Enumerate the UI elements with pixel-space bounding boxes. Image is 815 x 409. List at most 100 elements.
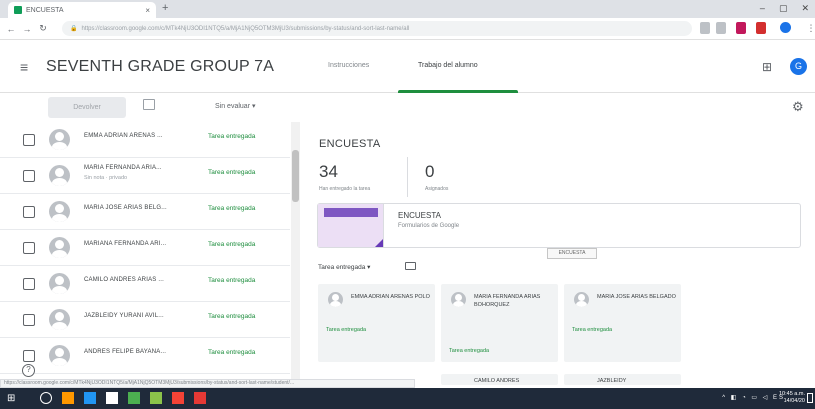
app-icon[interactable] <box>172 392 184 404</box>
app-icon[interactable] <box>194 392 206 404</box>
select-checkbox[interactable] <box>23 170 35 182</box>
clock-time: 10:45 a.m. <box>779 391 805 397</box>
list-scrollbar-thumb[interactable] <box>292 150 299 202</box>
student-row[interactable]: MARIA JOSE ARIAS BELG... Tarea entregada <box>0 194 290 230</box>
assignment-detail-pane: ENCUESTA 34 Han entregado la tarea 0 Asi… <box>301 122 815 385</box>
extension-icon[interactable] <box>736 22 746 34</box>
student-avatar <box>49 165 70 186</box>
submission-card[interactable]: CAMILO ANDRES <box>441 374 558 385</box>
card-status: Tarea entregada <box>326 327 367 333</box>
app-icon[interactable] <box>150 392 162 404</box>
clock[interactable]: 10:45 a.m. 14/04/20 <box>779 391 805 405</box>
student-row[interactable]: CAMILO ANDRES ARIAS ... Tarea entregada <box>0 266 290 302</box>
student-row[interactable]: MARIANA FERNANDA ARI... Tarea entregada <box>0 230 290 266</box>
turned-in-label: Han entregado la tarea <box>319 186 371 192</box>
student-row[interactable]: ANDRES FELIPE BAYANA... Tarea entregada <box>0 338 290 374</box>
submission-card[interactable]: MARIA FERNANDA ARIAS BOHORQUEZ Tarea ent… <box>441 284 558 362</box>
student-name: EMMA ADRIAN ARENAS ... <box>84 133 163 139</box>
address-bar[interactable]: 🔒 https://classroom.google.com/c/MTk4NjU… <box>62 21 692 36</box>
attachment-title: ENCUESTA <box>398 211 441 220</box>
student-grade-note: Sin nota · privado <box>84 175 128 181</box>
form-attachment[interactable]: ENCUESTA Formularios de Google <box>317 203 801 248</box>
close-window-button[interactable]: ✕ <box>801 3 809 14</box>
extension-icon[interactable] <box>716 22 726 34</box>
attachment-type: Formularios de Google <box>398 223 460 229</box>
student-avatar <box>49 201 70 222</box>
lock-icon: 🔒 <box>70 26 78 32</box>
student-name: MARIA FERNANDA ARIA... <box>84 165 162 171</box>
submission-card[interactable]: JAZBLEIDY <box>564 374 681 385</box>
browser-menu-icon[interactable]: ⋮ <box>806 23 815 34</box>
student-row[interactable]: EMMA ADRIAN ARENAS ... Tarea entregada <box>0 122 290 158</box>
class-title[interactable]: SEVENTH GRADE GROUP 7A <box>46 58 274 76</box>
settings-gear-icon[interactable]: ⚙ <box>792 99 804 115</box>
select-checkbox[interactable] <box>23 242 35 254</box>
select-checkbox[interactable] <box>23 278 35 290</box>
status-text: Tarea entregada <box>208 169 256 176</box>
tab-instructions[interactable]: Instrucciones <box>328 62 369 69</box>
windows-taskbar: ⊞ ^ ◧ ◔ ▭ ◁ ES 10:45 a.m. 14/04/20 <box>0 388 815 409</box>
select-checkbox[interactable] <box>23 206 35 218</box>
card-student-name: JAZBLEIDY <box>597 378 627 384</box>
reload-icon[interactable]: ↻ <box>38 23 48 34</box>
select-checkbox[interactable] <box>23 134 35 146</box>
student-list: EMMA ADRIAN ARENAS ... Tarea entregada M… <box>0 122 290 385</box>
app-icon[interactable] <box>106 392 118 404</box>
app-icon[interactable] <box>128 392 140 404</box>
status-filter-dropdown[interactable]: Tarea entregada ▾ <box>318 263 370 271</box>
student-name: MARIA JOSE ARIAS BELG... <box>84 205 167 211</box>
browser-tab[interactable]: ENCUESTA × <box>8 2 156 18</box>
assignment-title: ENCUESTA <box>319 138 381 150</box>
turned-in-count: 34 <box>319 162 338 181</box>
stat-divider <box>407 157 408 197</box>
system-tray[interactable]: ^ ◧ ◔ ▭ ◁ ES <box>722 394 785 401</box>
student-avatar <box>49 309 70 330</box>
student-row[interactable]: MARIA FERNANDA ARIA... Sin nota · privad… <box>0 158 290 194</box>
google-apps-icon[interactable]: ⊞ <box>762 60 772 74</box>
browser-tab-title: ENCUESTA <box>26 6 64 14</box>
close-tab-icon[interactable]: × <box>145 6 150 15</box>
student-name: CAMILO ANDRES ARIAS ... <box>84 277 164 283</box>
student-name: JAZBLEIDY YURANI AVIL... <box>84 313 164 319</box>
return-button[interactable]: Devolver <box>48 97 126 118</box>
address-text: https://classroom.google.com/c/MTk4NjU3O… <box>81 25 410 32</box>
help-icon[interactable]: ? <box>22 364 35 377</box>
browser-tab-strip: ENCUESTA × + – ▢ ✕ <box>0 0 815 18</box>
submission-card[interactable]: EMMA ADRIAN ARENAS POLO Tarea entregada <box>318 284 435 362</box>
app-icon[interactable] <box>84 392 96 404</box>
card-status: Tarea entregada <box>449 348 490 354</box>
points-select[interactable]: Sin evaluar ▾ <box>215 102 255 110</box>
student-avatar <box>49 129 70 150</box>
folder-icon[interactable] <box>405 262 416 270</box>
assigned-count: 0 <box>425 162 435 181</box>
notifications-icon[interactable] <box>807 393 813 403</box>
forward-icon[interactable]: → <box>22 24 32 34</box>
student-avatar <box>328 292 343 307</box>
grading-toolbar: Devolver Sin evaluar ▾ ⚙ <box>0 93 815 121</box>
status-text: Tarea entregada <box>208 241 256 248</box>
card-student-name: MARIA FERNANDA ARIAS BOHORQUEZ <box>474 294 541 308</box>
account-avatar[interactable]: G <box>790 58 807 75</box>
status-text: Tarea entregada <box>208 277 256 284</box>
maximize-button[interactable]: ▢ <box>779 3 788 14</box>
tab-student-work[interactable]: Trabajo del alumno <box>418 62 478 69</box>
select-checkbox[interactable] <box>23 314 35 326</box>
student-row[interactable]: JAZBLEIDY YURANI AVIL... Tarea entregada <box>0 302 290 338</box>
submission-card[interactable]: MARIA JOSE ARIAS BELGADO Tarea entregada <box>564 284 681 362</box>
windows-start-icon[interactable]: ⊞ <box>7 393 15 404</box>
student-name: MARIANA FERNANDA ARI... <box>84 241 167 247</box>
browser-toolbar: ← → ↻ 🔒 https://classroom.google.com/c/M… <box>0 18 815 40</box>
hamburger-menu-icon[interactable]: ≡ <box>20 59 28 75</box>
profile-icon[interactable] <box>780 22 791 33</box>
select-checkbox[interactable] <box>23 350 35 362</box>
new-tab-button[interactable]: + <box>162 2 168 14</box>
minimize-button[interactable]: – <box>760 3 765 14</box>
student-avatar <box>574 292 589 307</box>
app-icon[interactable] <box>62 392 74 404</box>
back-icon[interactable]: ← <box>6 24 16 34</box>
search-icon[interactable] <box>40 392 52 404</box>
extension-icon[interactable] <box>756 22 766 34</box>
email-icon[interactable] <box>143 99 155 110</box>
student-avatar <box>49 345 70 366</box>
extension-icon[interactable] <box>700 22 710 34</box>
